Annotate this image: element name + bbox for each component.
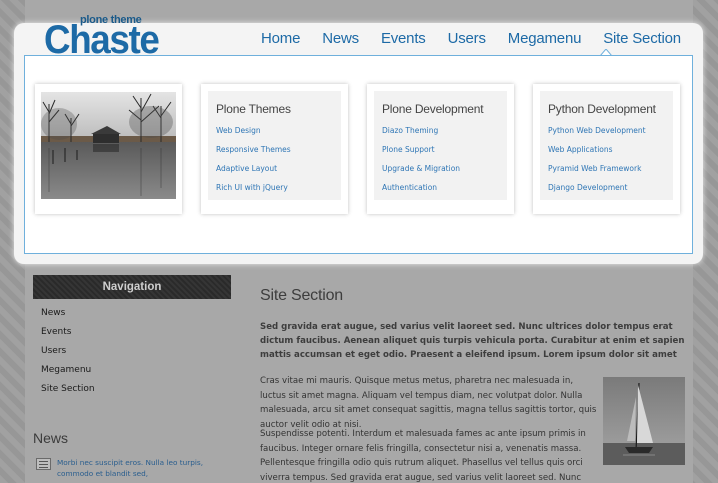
column-title: Python Development [548, 102, 656, 116]
navigation-portlet: Navigation News Events Users Megamenu Si… [33, 275, 231, 406]
megamenu-column-plone-development: Plone Development Diazo Theming Plone Su… [367, 84, 514, 214]
megamenu-column-box: Python Development Python Web Developmen… [540, 91, 673, 200]
menu-link-python-web-development[interactable]: Python Web Development [548, 126, 646, 145]
nav-item-megamenu[interactable]: Megamenu [508, 30, 582, 48]
sidebar-item-megamenu[interactable]: Megamenu [41, 363, 231, 382]
lake-photo [41, 92, 176, 199]
navigation-portlet-title: Navigation [33, 275, 231, 299]
nav-item-users[interactable]: Users [448, 30, 486, 48]
menu-link-pyramid-web-framework[interactable]: Pyramid Web Framework [548, 164, 646, 183]
lead-paragraph: Sed gravida erat augue, sed varius velit… [260, 322, 685, 360]
nav-item-site-section[interactable]: Site Section [603, 30, 681, 48]
megamenu-column-plone-themes: Plone Themes Web Design Responsive Theme… [201, 84, 348, 214]
megamenu-column-python-development: Python Development Python Web Developmen… [533, 84, 680, 214]
megamenu-column-box: Plone Development Diazo Theming Plone Su… [374, 91, 507, 200]
menu-link-responsive-themes[interactable]: Responsive Themes [216, 145, 291, 164]
news-item-link[interactable]: Morbi nec suscipit eros. Nulla leo turpi… [57, 457, 237, 479]
megamenu-column-box: Plone Themes Web Design Responsive Theme… [208, 91, 341, 200]
menu-link-adaptive-layout[interactable]: Adaptive Layout [216, 164, 291, 183]
column-title: Plone Themes [216, 102, 291, 116]
news-item-icon [36, 458, 51, 470]
main-navigation: Home News Events Users Megamenu Site Sec… [261, 30, 703, 48]
sidebar-item-news[interactable]: News [41, 306, 231, 325]
menu-link-web-design[interactable]: Web Design [216, 126, 291, 145]
menu-link-django-development[interactable]: Django Development [548, 183, 646, 202]
navigation-list: News Events Users Megamenu Site Section [33, 299, 231, 401]
menu-link-rich-ui-jquery[interactable]: Rich UI with jQuery [216, 183, 291, 202]
menu-link-authentication[interactable]: Authentication [382, 183, 460, 202]
sidebar-item-site-section[interactable]: Site Section [41, 382, 231, 401]
nav-item-home[interactable]: Home [261, 30, 300, 48]
news-portlet-title: News [33, 430, 69, 446]
menu-link-diazo-theming[interactable]: Diazo Theming [382, 126, 460, 145]
body-paragraph-2: Suspendisse potenti. Interdum et malesua… [260, 429, 586, 483]
menu-link-plone-support[interactable]: Plone Support [382, 145, 460, 164]
main-content: Site Section Sed gravida erat augue, sed… [260, 287, 685, 483]
site-logo[interactable]: plone theme Chaste [44, 14, 168, 60]
menu-link-web-applications[interactable]: Web Applications [548, 145, 646, 164]
nav-item-news[interactable]: News [322, 30, 359, 48]
column-title: Plone Development [382, 102, 484, 116]
nav-item-events[interactable]: Events [381, 30, 426, 48]
body-paragraph-1: Cras vitae mi mauris. Quisque metus metu… [260, 376, 597, 430]
sidebar-item-events[interactable]: Events [41, 325, 231, 344]
logo-wordmark: Chaste [44, 18, 160, 62]
sailboat-photo [603, 377, 685, 465]
sidebar-item-users[interactable]: Users [41, 344, 231, 363]
page-title: Site Section [260, 287, 343, 304]
megamenu-dropdown: Plone Themes Web Design Responsive Theme… [24, 55, 693, 254]
menu-link-upgrade-migration[interactable]: Upgrade & Migration [382, 164, 460, 183]
megamenu-image-card [35, 84, 182, 214]
